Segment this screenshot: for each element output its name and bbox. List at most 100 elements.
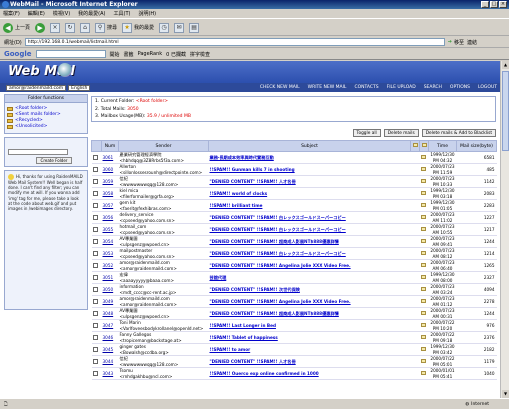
row-checkbox[interactable] [92,226,98,232]
contacts-link[interactable]: CONTACTS [354,85,378,90]
row-select[interactable] [91,355,102,368]
row-subject[interactable]: !!SPAM!! Last Longer in Bed [208,319,411,332]
row-num[interactable]: 3047 [101,319,119,332]
row-select[interactable] [91,247,102,260]
row-subject[interactable]: "DENIED CONTENT" !!SPAM!! 次世代保険 [208,283,411,296]
row-num[interactable]: 3059 [101,175,119,188]
row-num[interactable]: 3052 [101,259,119,272]
row-subject[interactable]: !!SPAM!! brilliant time [208,199,411,212]
row-select[interactable] [91,259,102,272]
row-subject[interactable]: !!SPAM!! Gunman kills 7 in shooting [208,163,411,176]
row-subject[interactable]: "DENIED CONTENT" !!SPAM!! 白レックスゴールドスーパーコ… [208,223,411,236]
go-button[interactable]: ➔ 移至 [448,39,464,46]
row-checkbox[interactable] [92,346,98,352]
toggle-all-button[interactable]: Toggle all [352,129,381,137]
table-row[interactable]: 3057 gem kit <faerit@fexhibras.com> !!SPAM!… [91,199,497,212]
links-label[interactable]: 連結 [467,39,477,46]
size-header[interactable]: Mail size(byte) [456,140,497,152]
table-row[interactable]: 3054 AV專業團 <ulpsgenz@wpoed.cn> "DENIED CONT… [91,235,497,248]
menu-file[interactable]: 檔案(F) [3,10,20,17]
logout-link[interactable]: LOGOUT [478,85,497,90]
google-start[interactable]: 開始 [110,51,120,58]
row-select[interactable] [91,343,102,356]
refresh-button[interactable]: ↻ [65,22,76,33]
row-subject[interactable]: "DENIED CONTENT" !!SPAM!! 超商成人影展NT$888優惠… [208,307,411,320]
print-button[interactable]: ▤ [189,22,200,33]
row-checkbox[interactable] [92,322,98,328]
row-checkbox[interactable] [92,166,98,172]
row-select[interactable] [91,307,102,320]
row-num[interactable]: 3043 [101,367,119,380]
row-checkbox[interactable] [92,214,98,220]
mail-button[interactable]: ✉ [174,22,185,33]
row-subject[interactable]: 業務‧長期成本效率與時代實務互動 [208,151,411,164]
menu-tools[interactable]: 工具(T) [114,10,131,17]
menu-favorites[interactable]: 我的最愛(A) [78,10,105,17]
row-checkbox[interactable] [92,310,98,316]
folder-name-input[interactable] [8,149,68,155]
row-num[interactable]: 3048 [101,307,119,320]
row-checkbox[interactable] [92,262,98,268]
row-subject[interactable]: "DENIED CONTENT" !!SPAM!! 白レックスゴールドスーパーコ… [208,247,411,260]
num-header[interactable]: Num [101,140,119,152]
delete-mails-button[interactable]: Delete mails [383,129,419,137]
row-select[interactable] [91,283,102,296]
row-subject[interactable]: "DENIED CONTENT" !!SPAM!! 白レックスゴールドスーパーコ… [208,211,411,224]
row-num[interactable]: 3044 [101,355,119,368]
row-checkbox[interactable] [92,370,98,376]
row-select[interactable] [91,223,102,236]
row-checkbox[interactable] [92,250,98,256]
options-link[interactable]: OPTIONS [450,85,470,90]
table-row[interactable]: 3050 information <mdt_cccc@cc-rent.ac.jp> "… [91,283,497,296]
row-select[interactable] [91,295,102,308]
favorites-button[interactable]: ★ 我的最愛 [122,22,154,33]
check-new-mail-link[interactable]: CHECK NEW MAIL [260,85,300,90]
row-subject[interactable]: 芸誼代理 [208,271,411,284]
menu-edit[interactable]: 編輯(E) [28,10,45,17]
vertical-scrollbar[interactable]: ▲ ▼ [500,61,509,398]
google-spellcheck[interactable]: 拼字檢查 [190,51,210,58]
row-subject[interactable]: !!SPAM!! to amor [208,343,411,356]
row-num[interactable]: 3061 [101,151,119,164]
row-num[interactable]: 3058 [101,187,119,200]
row-select[interactable] [91,175,102,188]
language-select[interactable]: English [68,84,91,91]
google-popup-blocked[interactable]: 0 已攔截 [166,51,186,58]
search-link[interactable]: SEARCH [424,85,442,90]
row-num[interactable]: 3045 [101,343,119,356]
subject-header[interactable]: Subject [208,140,411,152]
row-num[interactable]: 3049 [101,295,119,308]
row-select[interactable] [91,199,102,212]
row-select[interactable] [91,187,102,200]
time-header[interactable]: Time [428,140,457,152]
sender-header[interactable]: Sender [118,140,209,152]
row-subject[interactable]: "DENIED CONTENT" !!SPAM!! 人才名冊 [208,355,411,368]
row-checkbox[interactable] [92,298,98,304]
table-row[interactable]: 3060 Allerton <sillonlossesrounh@directpoi… [91,163,497,176]
delete-and-blacklist-button[interactable]: Delete mails & Add to Blacklist [421,129,496,137]
row-select[interactable] [91,367,102,380]
google-pagerank[interactable]: PageRank [138,51,163,57]
row-select[interactable] [91,271,102,284]
scroll-down-icon[interactable]: ▼ [502,390,509,398]
minimize-button[interactable]: _ [481,1,489,8]
row-checkbox[interactable] [92,238,98,244]
row-subject[interactable]: !!SPAM!! Tablet of happiness [208,331,411,344]
stop-button[interactable]: × [50,22,61,33]
table-row[interactable]: 3047 Toni Marin <Varlfoveesbodykrollanel@o… [91,319,497,332]
table-row[interactable]: 3051 宏偉 <aaaayyyyy@baaa.com> 芸誼代理 1999/12/30… [91,271,497,284]
table-row[interactable]: 3045 ginger gates <Bowalsh@ccdba.org> !!SPA… [91,343,497,356]
table-row[interactable]: 3058 kiel mica <filerformailer@grfa.org>!!… [91,187,497,200]
row-subject[interactable]: "DENIED CONTENT" !!SPAM!! Angelina Jolie… [208,259,411,272]
folder-unsolicited[interactable]: <Unsolicited> [7,124,85,130]
menu-view[interactable]: 檢視(V) [53,10,70,17]
row-num[interactable]: 3051 [101,271,119,284]
close-button[interactable]: × [499,1,507,8]
row-checkbox[interactable] [92,358,98,364]
write-new-mail-link[interactable]: WRITE NEW MAIL [308,85,347,90]
row-num[interactable]: 3056 [101,211,119,224]
row-subject[interactable]: !!SPAM!! world of clocks [208,187,411,200]
google-search-input[interactable] [35,50,106,58]
table-row[interactable]: 3044 信紀 <wwwwwwwqq@128.com> "DENIED CONTENT… [91,355,497,368]
row-select[interactable] [91,319,102,332]
